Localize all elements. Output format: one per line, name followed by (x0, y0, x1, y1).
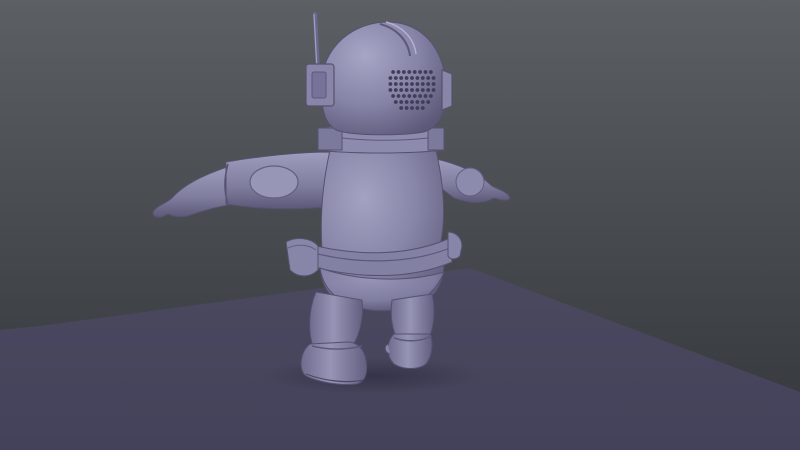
grille-hole (404, 106, 409, 110)
torso (315, 149, 453, 312)
grille-hole (415, 106, 420, 110)
grille-hole (420, 88, 425, 92)
grille-hole (404, 82, 409, 86)
grille-hole (418, 70, 422, 74)
grille-hole (426, 76, 431, 80)
grille-hole (410, 88, 414, 92)
grille-hole (410, 100, 414, 104)
grille-hole (420, 106, 425, 110)
grille-hole (399, 88, 404, 92)
grille-hole (410, 82, 414, 86)
grille-hole (426, 100, 431, 104)
grille-hole (388, 82, 393, 86)
grille-hole (391, 94, 395, 98)
grille-hole (426, 82, 431, 86)
grille-hole (393, 76, 398, 80)
grille-hole (431, 82, 436, 86)
grille-hole (404, 76, 409, 80)
grille-hole (420, 100, 425, 104)
ground-shadow (262, 358, 482, 394)
grille-hole (407, 94, 412, 98)
grille-hole (420, 82, 425, 86)
grille-hole (418, 94, 422, 98)
grille-hole (396, 94, 401, 98)
grille-hole (415, 100, 420, 104)
grille-hole (393, 88, 398, 92)
grille-hole (399, 82, 404, 86)
grille-hole (404, 100, 409, 104)
shoulder-pad (249, 165, 299, 199)
scene-render (0, 0, 800, 450)
grille-hole (399, 106, 404, 110)
grille-hole (420, 76, 425, 80)
grille-hole (415, 82, 420, 86)
grille-hole (423, 94, 428, 98)
grille-hole (393, 100, 398, 104)
3d-viewport[interactable] (0, 0, 800, 450)
grille-hole (410, 76, 414, 80)
grille-hole (402, 70, 406, 74)
grille-hole (415, 76, 420, 80)
grille-hole (391, 70, 395, 74)
grille-hole (402, 94, 406, 98)
grille-hole (404, 88, 409, 92)
grille-hole (399, 100, 404, 104)
grille-hole (429, 94, 433, 98)
grille-hole (431, 76, 436, 80)
grille-hole (412, 70, 417, 74)
grille-hole (426, 88, 431, 92)
grille-hole (429, 70, 433, 74)
grille-hole (423, 70, 428, 74)
left-boot (300, 341, 368, 385)
grille-hole (412, 94, 417, 98)
grille-hole (399, 76, 404, 80)
grille-hole (415, 88, 420, 92)
ear-piece-right (441, 69, 453, 111)
grille-hole (393, 82, 398, 86)
grille-hole (396, 70, 401, 74)
ear-piece-left (305, 63, 335, 107)
belt-pouch-left (285, 238, 319, 277)
grille-hole (388, 88, 393, 92)
grille-hole (407, 70, 412, 74)
grille-hole (431, 88, 436, 92)
right-leg (390, 293, 435, 341)
grille-hole (410, 106, 414, 110)
grille-hole (388, 76, 393, 80)
